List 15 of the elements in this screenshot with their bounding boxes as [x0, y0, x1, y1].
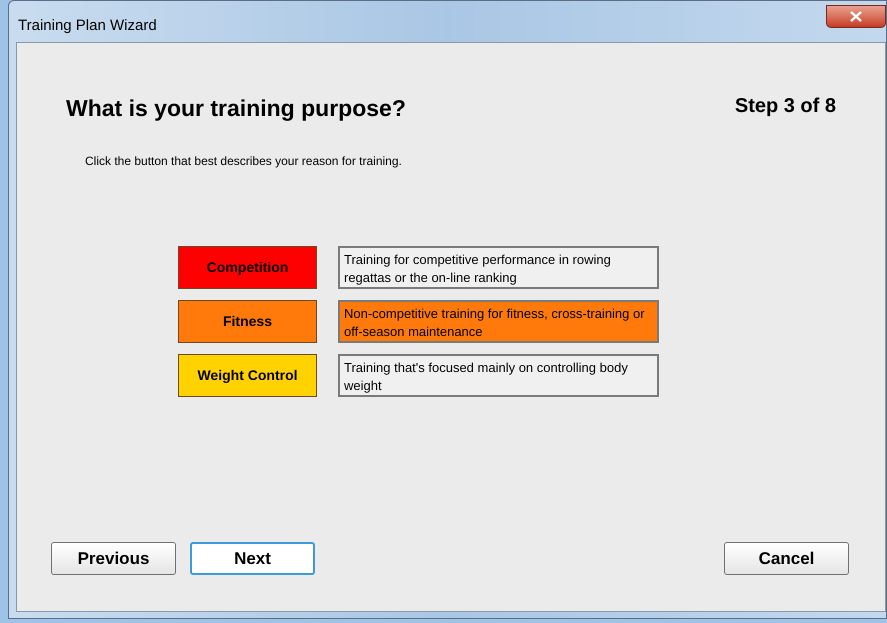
instruction-text: Click the button that best describes your reason for training.	[85, 152, 402, 170]
dialog-button[interactable]: Previous	[51, 542, 176, 575]
close-button[interactable]	[826, 5, 886, 28]
option-description: Training for competitive performance in rowing regattas or the on-line ranking	[338, 246, 659, 288]
option-button[interactable]: Fitness	[178, 300, 317, 342]
option-description: Non-competitive training for fitness, cross-training or off-season maintenance	[338, 300, 659, 342]
close-icon	[850, 11, 862, 22]
window-title: Training Plan Wizard	[18, 16, 157, 36]
option-description: Training that's focused mainly on controlling body weight	[338, 354, 659, 396]
dialog-button[interactable]: Cancel	[724, 542, 849, 575]
dialog-button[interactable]: Next	[190, 542, 315, 575]
option-button[interactable]: Competition	[178, 246, 317, 288]
heading: What is your training purpose?	[66, 94, 406, 123]
option-button[interactable]: Weight Control	[178, 354, 317, 396]
step-indicator: Step 3 of 8	[734, 94, 836, 119]
